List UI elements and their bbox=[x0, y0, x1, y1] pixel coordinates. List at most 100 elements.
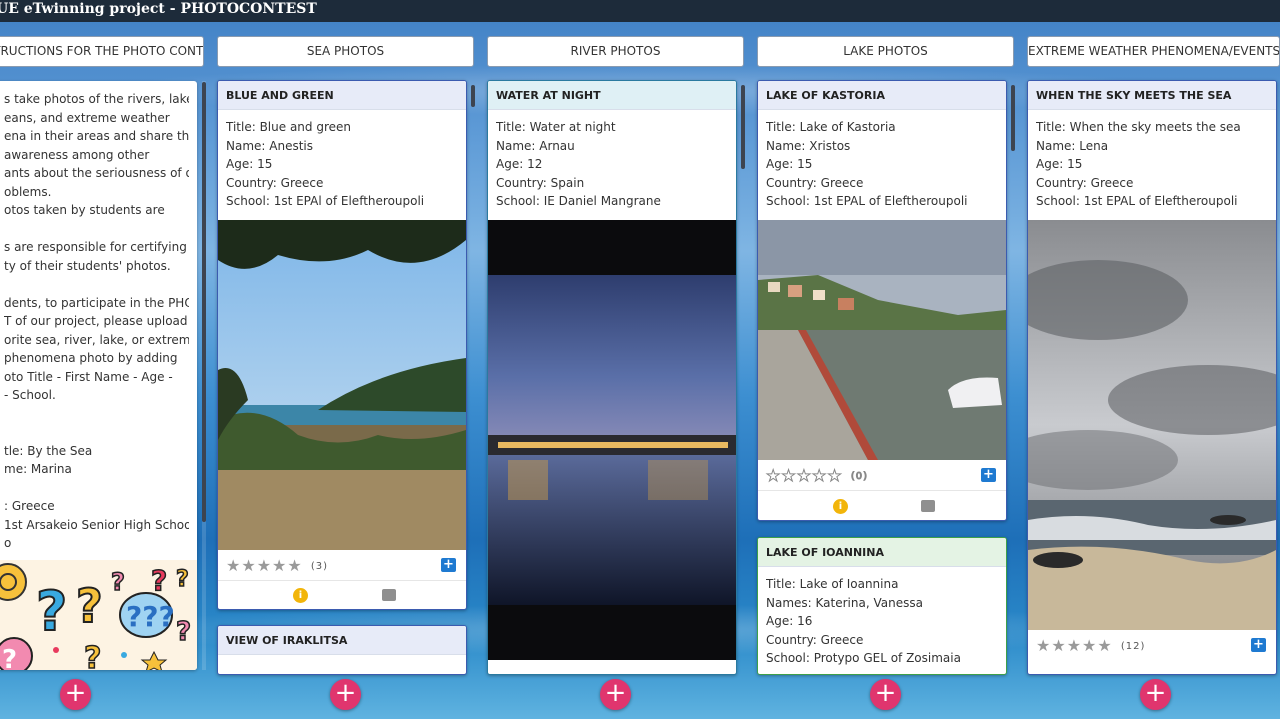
column-scrollbar-thumb[interactable] bbox=[202, 82, 206, 522]
card-detail-line: Name: Lena bbox=[1036, 138, 1109, 153]
column-header-instructions[interactable]: INSTRUCTIONS FOR THE PHOTO CONTEST bbox=[0, 36, 204, 67]
card-detail-line: Name: Anestis bbox=[226, 138, 313, 153]
card-detail-line: Title: Blue and green bbox=[226, 120, 351, 134]
star-icon[interactable]: ★ bbox=[257, 556, 272, 575]
instruction-line: ants about the seriousness of our bbox=[4, 166, 189, 180]
star-icon[interactable]: ★ bbox=[1036, 636, 1051, 655]
photo-blue-and-green[interactable] bbox=[218, 220, 466, 550]
star-icon[interactable]: ★ bbox=[781, 466, 796, 486]
photo-card-when-the-sky-meets-the-sea[interactable]: WHEN THE SKY MEETS THE SEA Title: When t… bbox=[1027, 80, 1277, 675]
sea-landscape-photo bbox=[218, 220, 466, 550]
add-post-button[interactable]: + bbox=[330, 679, 361, 710]
card-detail-line: Age: 16 bbox=[766, 614, 813, 628]
column-header-sea[interactable]: SEA PHOTOS bbox=[217, 36, 474, 67]
card-detail-line: Title: Water at night bbox=[496, 120, 616, 134]
photo-card-lake-of-kastoria[interactable]: LAKE OF KASTORIA Title: Lake of Kastoria… bbox=[757, 80, 1007, 521]
rating-count: (12) bbox=[1120, 641, 1146, 652]
photo-lake-of-kastoria[interactable] bbox=[758, 220, 1006, 460]
instruction-line bbox=[4, 275, 189, 294]
question-marks-image[interactable]: ? ? ? ??? ? ? ? ? ? bbox=[0, 560, 197, 670]
card-detail-line: School: Protypo GEL of Zosimaia bbox=[766, 651, 961, 665]
star-icon[interactable]: ★ bbox=[241, 556, 256, 575]
star-icon[interactable]: ★ bbox=[765, 466, 781, 486]
image-icon[interactable] bbox=[921, 500, 935, 512]
card-title: LAKE OF IOANNINA bbox=[758, 538, 1006, 567]
instruction-line: T of our project, please upload bbox=[4, 314, 188, 328]
star-icon[interactable]: ★ bbox=[812, 466, 827, 486]
photo-card-blue-and-green[interactable]: BLUE AND GREEN Title: Blue and green Nam… bbox=[217, 80, 467, 610]
card-detail-line: Age: 15 bbox=[1036, 157, 1083, 171]
card-title: WATER AT NIGHT bbox=[488, 81, 736, 110]
image-icon[interactable] bbox=[382, 589, 396, 601]
add-comment-icon[interactable]: + bbox=[441, 558, 456, 572]
star-icon[interactable]: ★ bbox=[827, 466, 842, 486]
instruction-line bbox=[4, 423, 189, 442]
star-icon[interactable]: ★ bbox=[287, 556, 302, 575]
star-icon[interactable]: ★ bbox=[226, 556, 241, 575]
card-rating-row: ★★★★★ (12) + bbox=[1028, 630, 1276, 660]
card-details: Title: Blue and green Name: Anestis Age:… bbox=[218, 110, 466, 220]
column-header-river[interactable]: RIVER PHOTOS bbox=[487, 36, 744, 67]
star-icon[interactable]: ★ bbox=[1051, 636, 1066, 655]
instruction-line: s take photos of the rivers, lakes, bbox=[4, 92, 189, 106]
instruction-line: o bbox=[4, 536, 12, 550]
instruction-line: oto Title - First Name - Age - bbox=[4, 369, 173, 384]
card-title: BLUE AND GREEN bbox=[218, 81, 466, 110]
instruction-line: 1st Arsakeio Senior High School of bbox=[4, 517, 189, 532]
svg-text:?: ? bbox=[176, 567, 189, 592]
card-detail-line: Country: Greece bbox=[1036, 175, 1134, 190]
star-icon[interactable]: ★ bbox=[1097, 636, 1112, 655]
add-post-button[interactable]: + bbox=[1140, 679, 1171, 710]
column-header-lake[interactable]: LAKE PHOTOS bbox=[757, 36, 1014, 67]
column-header-extreme-weather[interactable]: EXTREME WEATHER PHENOMENA/EVENTS bbox=[1027, 36, 1280, 67]
lake-town-photo bbox=[758, 220, 1006, 460]
card-detail-line: Title: Lake of Ioannina bbox=[766, 577, 899, 591]
card-action-row: i bbox=[758, 490, 1006, 520]
column-scrollbar-thumb[interactable] bbox=[1011, 85, 1015, 151]
add-comment-icon[interactable]: + bbox=[1251, 638, 1266, 652]
card-detail-line: School: 1st EPAL of Eleftheroupoli bbox=[766, 194, 968, 208]
star-rating[interactable]: ★★★★★ (3) bbox=[226, 556, 328, 575]
instructions-text: s take photos of the rivers, lakes, eans,… bbox=[0, 81, 197, 559]
card-detail-line: School: IE Daniel Mangrane bbox=[496, 194, 661, 208]
card-detail-line: Name: Xristos bbox=[766, 138, 851, 153]
photo-card-view-of-iraklitsa[interactable]: VIEW OF IRAKLITSA bbox=[217, 625, 467, 675]
photo-when-the-sky-meets-the-sea[interactable] bbox=[1028, 220, 1276, 630]
instruction-line: ty of their students' photos. bbox=[4, 258, 171, 273]
add-post-button[interactable]: + bbox=[60, 679, 91, 710]
star-rating[interactable]: ★★★★★ (0) bbox=[765, 466, 868, 486]
add-comment-icon[interactable]: + bbox=[981, 468, 996, 482]
info-icon[interactable]: i bbox=[833, 499, 848, 514]
app-title: UE eTwinning project - PHOTOCONTEST bbox=[0, 1, 317, 17]
svg-text:?: ? bbox=[36, 580, 67, 643]
card-detail-line: Age: 15 bbox=[226, 157, 273, 171]
star-rating[interactable]: ★★★★★ (12) bbox=[1036, 636, 1145, 655]
column-header-label: SEA PHOTOS bbox=[306, 44, 385, 58]
info-icon[interactable]: i bbox=[293, 588, 308, 603]
card-rating-row: ★★★★★ (0) + bbox=[758, 460, 1006, 490]
instruction-line: awareness among other bbox=[4, 147, 150, 162]
photo-card-water-at-night[interactable]: WATER AT NIGHT Title: Water at night Nam… bbox=[487, 80, 737, 675]
card-action-row: i bbox=[218, 580, 466, 609]
svg-text:?: ? bbox=[111, 568, 125, 596]
card-detail-line: Country: Spain bbox=[496, 175, 585, 190]
star-icon[interactable]: ★ bbox=[272, 556, 287, 575]
column-scrollbar-thumb[interactable] bbox=[471, 85, 475, 107]
card-detail-line: Country: Greece bbox=[766, 632, 864, 647]
photo-water-at-night[interactable] bbox=[488, 220, 736, 660]
star-icon[interactable]: ★ bbox=[1082, 636, 1097, 655]
add-post-button[interactable]: + bbox=[870, 679, 901, 710]
instruction-line: dents, to participate in the PHOTO bbox=[4, 295, 189, 310]
card-details: Title: Water at night Name: Arnau Age: 1… bbox=[488, 110, 736, 220]
rating-count: (3) bbox=[310, 561, 328, 572]
star-icon[interactable]: ★ bbox=[1067, 636, 1082, 655]
stormy-sea-photo bbox=[1028, 220, 1276, 630]
instructions-card[interactable]: s take photos of the rivers, lakes, eans,… bbox=[0, 81, 197, 670]
instruction-line: s are responsible for certifying the bbox=[4, 240, 189, 254]
star-icon[interactable]: ★ bbox=[796, 466, 812, 486]
photo-card-lake-of-ioannina[interactable]: LAKE OF IOANNINA Title: Lake of Ioannina… bbox=[757, 537, 1007, 675]
column-scrollbar-thumb[interactable] bbox=[741, 85, 745, 169]
add-post-button[interactable]: + bbox=[600, 679, 631, 710]
column-header-label: INSTRUCTIONS FOR THE PHOTO CONTEST bbox=[0, 44, 204, 58]
column-header-label: LAKE PHOTOS bbox=[843, 44, 928, 58]
